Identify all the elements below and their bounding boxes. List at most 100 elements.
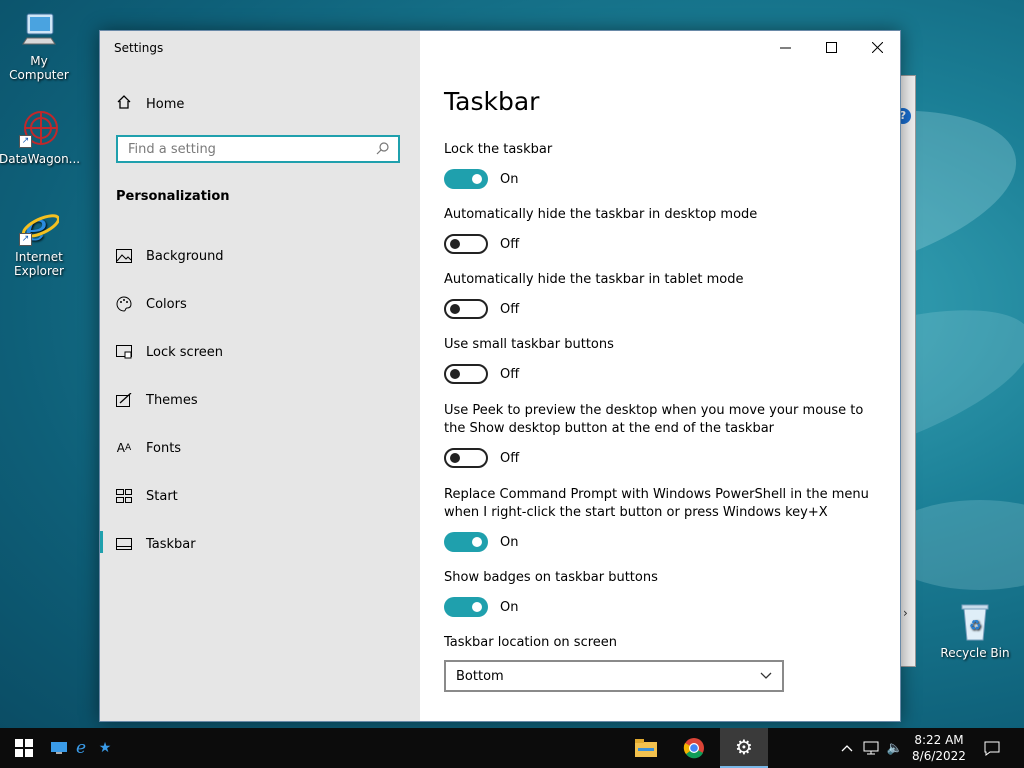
volume-icon: 🔈 bbox=[886, 740, 904, 756]
notification-icon bbox=[984, 741, 1000, 756]
show-desktop-icon bbox=[51, 742, 67, 754]
window-title: Settings bbox=[114, 41, 164, 55]
maximize-icon bbox=[825, 41, 837, 53]
star-icon: ★ bbox=[98, 740, 112, 756]
caption-buttons bbox=[762, 31, 900, 63]
fonts-icon: AA bbox=[116, 441, 132, 455]
sidebar-item-start[interactable]: Start bbox=[116, 484, 178, 508]
search-icon[interactable] bbox=[376, 140, 390, 159]
shortcut-arrow-icon: ↗ bbox=[19, 135, 32, 148]
internet-explorer-icon: e bbox=[75, 738, 87, 758]
start-icon bbox=[116, 488, 132, 504]
sidebar-item-taskbar[interactable]: Taskbar bbox=[116, 532, 196, 556]
network-button[interactable] bbox=[860, 728, 882, 768]
desktop-icon-my-computer[interactable]: My Computer bbox=[0, 10, 79, 82]
toggle-state: On bbox=[500, 599, 519, 615]
toggle-switch[interactable] bbox=[444, 299, 488, 319]
sidebar-item-lock-screen[interactable]: Lock screen bbox=[116, 340, 223, 364]
taskbar-location-dropdown[interactable]: Bottom bbox=[444, 660, 784, 692]
sidebar-item-background[interactable]: Background bbox=[116, 244, 224, 268]
desktop-icon-datawagon[interactable]: ↗ DataWagon... bbox=[0, 108, 81, 166]
clock[interactable]: 8:22 AM 8/6/2022 bbox=[908, 728, 970, 768]
sidebar-item-label: Colors bbox=[146, 296, 187, 312]
start-button[interactable] bbox=[0, 728, 48, 768]
sidebar-item-colors[interactable]: Colors bbox=[116, 292, 187, 316]
sidebar-item-home[interactable]: Home bbox=[116, 94, 184, 114]
desktop-icon-label: My Computer bbox=[9, 54, 69, 82]
setting-label: Show badges on taskbar buttons bbox=[444, 570, 658, 585]
search-input[interactable] bbox=[126, 140, 376, 158]
toggle-switch[interactable] bbox=[444, 532, 488, 552]
lock-screen-icon bbox=[116, 344, 132, 360]
shortcut-arrow-icon: ↗ bbox=[19, 233, 32, 246]
internet-explorer-icon: e ↗ bbox=[19, 205, 60, 249]
toggle-switch[interactable] bbox=[444, 169, 488, 189]
svg-text:♻: ♻ bbox=[969, 618, 982, 634]
setting-lock-taskbar: Lock the taskbar On bbox=[444, 141, 884, 189]
volume-button[interactable]: 🔈 bbox=[884, 728, 906, 768]
toggle-state: On bbox=[500, 171, 519, 187]
setting-label: Use small taskbar buttons bbox=[444, 337, 614, 352]
setting-label: Automatically hide the taskbar in tablet… bbox=[444, 272, 744, 287]
minimize-icon bbox=[779, 47, 791, 48]
sidebar-item-fonts[interactable]: AA Fonts bbox=[116, 436, 181, 460]
toggle-state: On bbox=[500, 534, 519, 550]
settings-window: Settings Home Personalization Background bbox=[99, 30, 901, 722]
desktop-icon-recycle-bin[interactable]: ♻ Recycle Bin bbox=[935, 602, 1015, 660]
home-icon bbox=[116, 94, 132, 114]
quicklaunch-desktop[interactable] bbox=[50, 728, 68, 768]
setting-label: Automatically hide the taskbar in deskto… bbox=[444, 207, 758, 222]
taskbar-chrome[interactable] bbox=[672, 728, 716, 768]
quicklaunch-internet-explorer[interactable]: e bbox=[72, 728, 90, 768]
selection-indicator bbox=[100, 531, 103, 553]
picture-icon bbox=[116, 248, 132, 264]
action-center-button[interactable] bbox=[978, 728, 1006, 768]
desktop-icon-label: Internet Explorer bbox=[14, 250, 64, 278]
page-title: Taskbar bbox=[444, 87, 540, 116]
close-button[interactable] bbox=[854, 31, 900, 63]
toggle-switch[interactable] bbox=[444, 234, 488, 254]
show-hidden-icons-button[interactable] bbox=[838, 728, 856, 768]
dropdown-value: Bottom bbox=[456, 668, 504, 684]
chevron-down-icon bbox=[760, 672, 772, 679]
taskbar-icon bbox=[116, 536, 132, 552]
setting-autohide-desktop: Automatically hide the taskbar in deskto… bbox=[444, 206, 884, 254]
chevron-up-icon bbox=[841, 745, 853, 752]
setting-powershell: Replace Command Prompt with Windows Powe… bbox=[444, 486, 884, 552]
clock-time: 8:22 AM bbox=[914, 733, 964, 747]
sidebar-item-label: Home bbox=[146, 96, 185, 112]
sidebar: Settings Home Personalization Background bbox=[100, 31, 420, 721]
setting-label: Taskbar location on screen bbox=[444, 635, 618, 650]
toggle-switch[interactable] bbox=[444, 597, 488, 617]
setting-badges: Show badges on taskbar buttons On bbox=[444, 569, 884, 617]
setting-autohide-tablet: Automatically hide the taskbar in tablet… bbox=[444, 271, 884, 319]
close-icon bbox=[871, 41, 883, 53]
chrome-icon bbox=[683, 738, 704, 759]
toggle-switch[interactable] bbox=[444, 364, 488, 384]
sidebar-item-label: Taskbar bbox=[146, 536, 196, 552]
desktop-icon-internet-explorer[interactable]: e ↗ Internet Explorer bbox=[0, 205, 79, 278]
windows-logo-icon bbox=[15, 739, 33, 757]
section-heading: Personalization bbox=[116, 189, 230, 204]
toggle-state: Off bbox=[500, 236, 520, 252]
sidebar-item-label: Themes bbox=[146, 392, 198, 408]
minimize-button[interactable] bbox=[762, 31, 808, 63]
desktop-icon-label: DataWagon... bbox=[0, 152, 81, 166]
setting-small-buttons: Use small taskbar buttons Off bbox=[444, 336, 884, 384]
search-box[interactable] bbox=[116, 135, 400, 163]
taskbar-file-explorer[interactable] bbox=[624, 728, 668, 768]
sidebar-item-label: Start bbox=[146, 488, 178, 504]
setting-label: Replace Command Prompt with Windows Powe… bbox=[444, 487, 869, 520]
sidebar-item-themes[interactable]: Themes bbox=[116, 388, 198, 412]
maximize-button[interactable] bbox=[808, 31, 854, 63]
desktop-icon-label: Recycle Bin bbox=[940, 646, 1010, 660]
computer-icon bbox=[19, 10, 59, 50]
scroll-right-icon[interactable]: › bbox=[903, 606, 908, 620]
taskbar-settings[interactable]: ⚙ bbox=[720, 728, 768, 768]
palette-icon bbox=[116, 296, 132, 312]
sidebar-item-label: Fonts bbox=[146, 440, 182, 456]
quicklaunch-app[interactable]: ★ bbox=[96, 728, 114, 768]
recycle-bin-icon: ♻ bbox=[955, 602, 995, 642]
gear-icon: ⚙ bbox=[735, 735, 753, 759]
toggle-switch[interactable] bbox=[444, 448, 488, 468]
